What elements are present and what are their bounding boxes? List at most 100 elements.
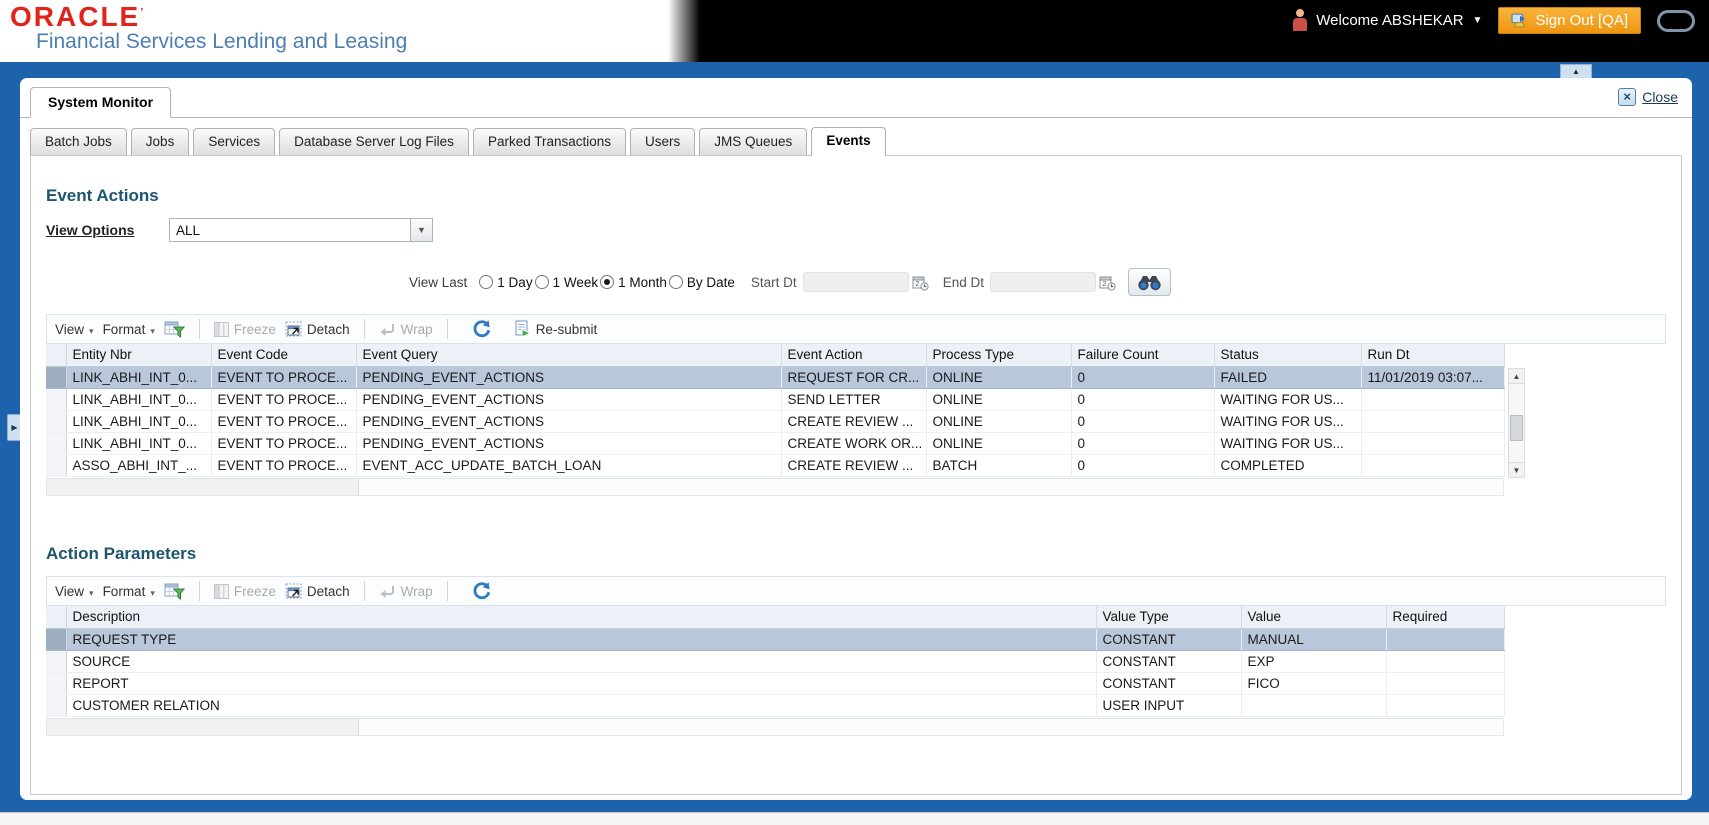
refresh-icon	[472, 319, 492, 339]
column-header[interactable]: Description	[66, 606, 1097, 629]
resubmit-button[interactable]: Re-submit	[515, 320, 597, 338]
svg-text:2: 2	[915, 281, 919, 288]
column-header[interactable]: Process Type	[926, 344, 1072, 367]
wrap-button[interactable]: Wrap	[379, 584, 433, 599]
action-parameters-footer	[46, 718, 1504, 736]
action-parameters-toolbar: View Format	[46, 576, 1666, 606]
event-actions-title: Event Actions	[46, 186, 159, 205]
wrap-button[interactable]: Wrap	[379, 322, 433, 337]
scroll-down-icon[interactable]: ▼	[1509, 462, 1524, 477]
freeze-button[interactable]: Freeze	[213, 583, 276, 599]
sign-out-button[interactable]: Sign Out [QA]	[1498, 7, 1641, 34]
detach-button[interactable]: Detach	[285, 583, 350, 599]
radio-icon	[600, 275, 615, 289]
event-actions-scrollbar[interactable]: ▲ ▼	[1508, 368, 1525, 478]
calendar-icon[interactable]: 2	[912, 274, 929, 291]
tab-jobs[interactable]: Jobs	[130, 128, 190, 155]
view-menu[interactable]: View	[55, 584, 94, 599]
caret-down-icon: ▼	[1472, 15, 1483, 26]
collapse-panel-button[interactable]: ▲	[1560, 64, 1592, 78]
welcome-menu[interactable]: Welcome ABSHEKAR ▼	[1293, 9, 1482, 32]
tab-system-monitor[interactable]: System Monitor	[30, 87, 172, 118]
brand-subtitle: Financial Services Lending and Leasing	[36, 30, 408, 53]
window-tab-bar: System Monitor × Close	[20, 78, 1692, 118]
tab-services[interactable]: Services	[193, 128, 276, 155]
toolbar-separator	[363, 581, 365, 601]
wrap-icon	[379, 322, 396, 337]
table-row[interactable]: LINK_ABHI_INT_0... EVENT TO PROCE... PEN…	[46, 410, 1505, 433]
start-dt-label: Start Dt	[750, 274, 797, 290]
toolbar-separator	[198, 581, 200, 601]
table-row[interactable]: LINK_ABHI_INT_0... EVENT TO PROCE... PEN…	[46, 366, 1505, 389]
table-row[interactable]: SOURCE CONSTANT EXP	[46, 650, 1505, 673]
freeze-icon	[213, 321, 229, 337]
toolbar-separator	[446, 581, 448, 601]
event-actions-table: Entity Nbr Event Code Event Query Event …	[46, 344, 1505, 477]
view-last-label: View Last	[409, 274, 468, 290]
calendar-icon[interactable]: 2	[1099, 274, 1116, 291]
search-button[interactable]	[1127, 268, 1171, 296]
format-menu[interactable]: Format	[103, 322, 155, 337]
radio-1-day[interactable]: 1 Day	[479, 275, 533, 290]
column-header[interactable]: Entity Nbr	[66, 344, 212, 367]
resubmit-icon	[515, 320, 531, 338]
column-header[interactable]: Failure Count	[1071, 344, 1215, 367]
view-menu[interactable]: View	[55, 322, 94, 337]
column-header[interactable]: Event Code	[211, 344, 357, 367]
radio-by-date[interactable]: By Date	[668, 275, 735, 290]
detach-icon	[285, 321, 302, 337]
person-icon	[1293, 9, 1308, 32]
row-selector-header	[46, 344, 67, 367]
column-header[interactable]: Value	[1241, 606, 1387, 629]
scroll-up-icon[interactable]: ▲	[1509, 369, 1524, 384]
end-dt-input[interactable]	[989, 272, 1096, 292]
tab-users[interactable]: Users	[630, 128, 696, 155]
bottom-scroll-strip[interactable]	[0, 812, 1709, 825]
tab-jms-queues[interactable]: JMS Queues	[699, 128, 808, 155]
query-by-example-button[interactable]	[164, 320, 185, 339]
action-parameters-title: Action Parameters	[46, 544, 197, 563]
column-header[interactable]: Status	[1214, 344, 1362, 367]
tab-parked-transactions[interactable]: Parked Transactions	[472, 128, 626, 155]
radio-1-month[interactable]: 1 Month	[600, 275, 667, 290]
column-header[interactable]: Value Type	[1096, 606, 1242, 629]
toolbar-separator	[198, 319, 200, 339]
table-row[interactable]: REPORT CONSTANT FICO	[46, 672, 1505, 695]
freeze-button[interactable]: Freeze	[213, 321, 276, 337]
radio-icon	[668, 275, 683, 289]
column-header[interactable]: Run Dt	[1361, 344, 1505, 367]
close-label: Close	[1642, 89, 1678, 105]
row-selector-header	[46, 606, 67, 629]
table-row[interactable]: LINK_ABHI_INT_0... EVENT TO PROCE... PEN…	[46, 432, 1505, 455]
radio-1-week[interactable]: 1 Week	[534, 275, 598, 290]
filter-table-icon	[164, 320, 185, 339]
column-header[interactable]: Event Action	[781, 344, 927, 367]
dropdown-arrow-icon: ▼	[410, 219, 432, 241]
table-row[interactable]: LINK_ABHI_INT_0... EVENT TO PROCE... PEN…	[46, 388, 1505, 411]
toolbar-separator	[363, 319, 365, 339]
tab-events[interactable]: Events	[811, 127, 886, 156]
column-header[interactable]: Event Query	[356, 344, 782, 367]
radio-icon	[479, 275, 494, 289]
toolbar-separator	[446, 319, 448, 339]
view-options-select[interactable]: ALL ▼	[169, 218, 433, 242]
welcome-label: Welcome ABSHEKAR	[1316, 12, 1464, 29]
app-frame: ▲ ▶ System Monitor × Close Batch Jobs Jo…	[0, 62, 1709, 812]
detach-button[interactable]: Detach	[285, 321, 350, 337]
format-menu[interactable]: Format	[103, 584, 155, 599]
oval-icon[interactable]	[1657, 9, 1695, 32]
table-row[interactable]: REQUEST TYPE CONSTANT MANUAL	[46, 628, 1505, 651]
refresh-button[interactable]	[472, 581, 492, 601]
tab-batch-jobs[interactable]: Batch Jobs	[30, 128, 127, 155]
table-row[interactable]: CUSTOMER RELATION USER INPUT	[46, 694, 1505, 717]
filter-table-icon	[164, 582, 185, 601]
start-dt-input[interactable]	[802, 272, 909, 292]
query-by-example-button[interactable]	[164, 582, 185, 601]
close-button[interactable]: × Close	[1618, 88, 1678, 106]
scrollbar-thumb[interactable]	[1510, 415, 1523, 441]
refresh-button[interactable]	[472, 319, 492, 339]
column-header[interactable]: Required	[1386, 606, 1505, 629]
tab-database-server-log-files[interactable]: Database Server Log Files	[279, 128, 469, 155]
end-dt-label: End Dt	[942, 274, 984, 290]
table-row[interactable]: ASSO_ABHI_INT_... EVENT TO PROCE... EVEN…	[46, 454, 1505, 477]
